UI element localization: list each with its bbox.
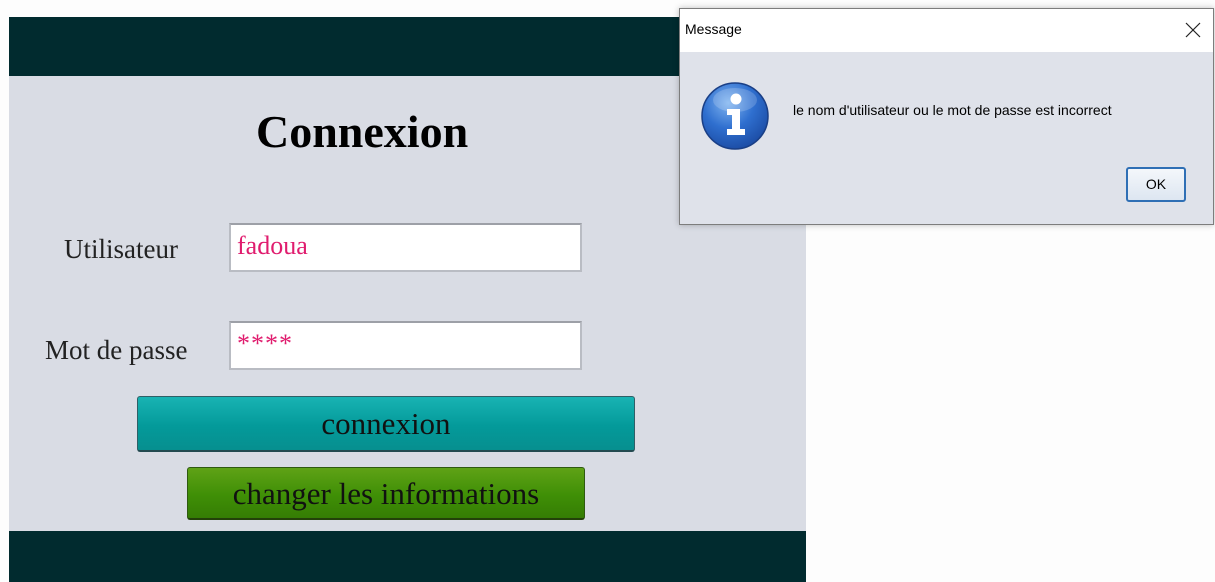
footer-bar (9, 531, 806, 582)
dialog-title: Message (685, 21, 742, 37)
close-icon[interactable] (1179, 16, 1207, 44)
password-label: Mot de passe (45, 335, 188, 365)
page-title: Connexion (256, 106, 469, 157)
info-icon (699, 80, 771, 152)
dialog-titlebar[interactable]: Message (680, 9, 1213, 52)
login-button[interactable]: connexion (137, 396, 635, 452)
ok-button[interactable]: OK (1126, 167, 1186, 202)
username-field[interactable]: fadoua (229, 223, 582, 272)
change-info-button[interactable]: changer les informations (187, 467, 585, 520)
dialog-message: le nom d'utilisateur ou le mot de passe … (793, 102, 1112, 118)
username-label: Utilisateur (64, 234, 178, 264)
password-field[interactable]: **** (229, 321, 582, 370)
message-dialog: Message le nom d'utilisateur ou le mot d… (679, 8, 1214, 225)
